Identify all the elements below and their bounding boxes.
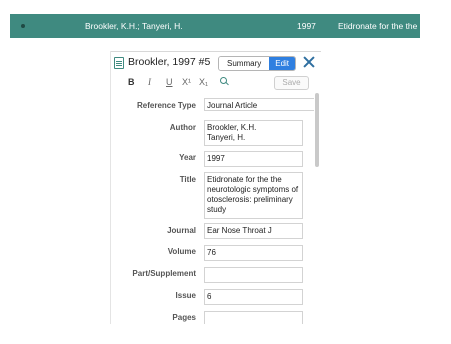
title-line: otosclerosis: preliminary [207,195,293,204]
superscript-button[interactable]: X¹ [182,77,191,87]
panel-header: Brookler, 1997 #5 Summary Edit [111,51,321,74]
year-label: Year [179,153,196,162]
underline-button[interactable]: U [166,77,173,87]
journal-field[interactable]: Ear Nose Throat J [204,223,303,239]
title-line: neurotologic symptoms of [207,185,299,194]
bold-button[interactable]: B [128,77,135,87]
issue-label: Issue [175,291,196,300]
row-title: Etidronate for the the [338,21,418,31]
row-year: 1997 [297,21,316,31]
part-supplement-label: Part/Supplement [132,269,196,278]
italic-button[interactable]: I [148,77,151,87]
volume-value: 76 [207,248,216,257]
issue-value: 6 [207,292,212,301]
reference-type-value: Journal Article [207,101,258,110]
title-line: study [207,205,227,214]
scrollbar[interactable] [315,93,319,167]
journal-value: Ear Nose Throat J [207,226,272,235]
volume-field[interactable]: 76 [204,245,303,261]
author-line: Brookler, K.H. [207,123,257,132]
status-dot-icon [21,24,25,28]
pages-field[interactable] [204,311,303,324]
reference-title: Brookler, 1997 #5 [128,56,211,68]
subscript-button[interactable]: X₁ [199,77,208,87]
issue-field[interactable]: 6 [204,289,303,305]
part-supplement-field[interactable] [204,267,303,283]
year-value: 1997 [207,154,225,163]
author-field[interactable]: Brookler, K.H. Tanyeri, H. [204,120,303,146]
author-line: Tanyeri, H. [207,133,246,142]
title-field[interactable]: Etidronate for the the neurotologic symp… [204,172,303,219]
row-author: Brookler, K.H.; Tanyeri, H. [85,21,183,31]
reference-type-label: Reference Type [137,101,196,110]
view-mode-toggle: Summary Edit [218,56,297,71]
title-label: Title [179,175,196,184]
title-line: Etidronate for the the [207,175,282,184]
close-icon[interactable] [302,55,316,69]
save-button[interactable]: Save [274,76,309,90]
reference-type-select[interactable]: Journal Article [204,98,314,111]
tab-summary[interactable]: Summary [219,57,270,70]
pages-label: Pages [172,313,196,322]
format-toolbar: B I U X¹ X₁ Save [111,75,321,91]
document-icon [114,57,124,69]
year-field[interactable]: 1997 [204,151,303,167]
reference-panel: Brookler, 1997 #5 Summary Edit B I U X¹ … [110,51,321,324]
journal-label: Journal [167,226,196,235]
volume-label: Volume [167,247,196,256]
tab-edit[interactable]: Edit [269,57,296,70]
author-label: Author [169,123,196,132]
search-icon[interactable] [220,77,229,86]
selected-reference-row[interactable]: Brookler, K.H.; Tanyeri, H. 1997 Etidron… [10,14,420,38]
